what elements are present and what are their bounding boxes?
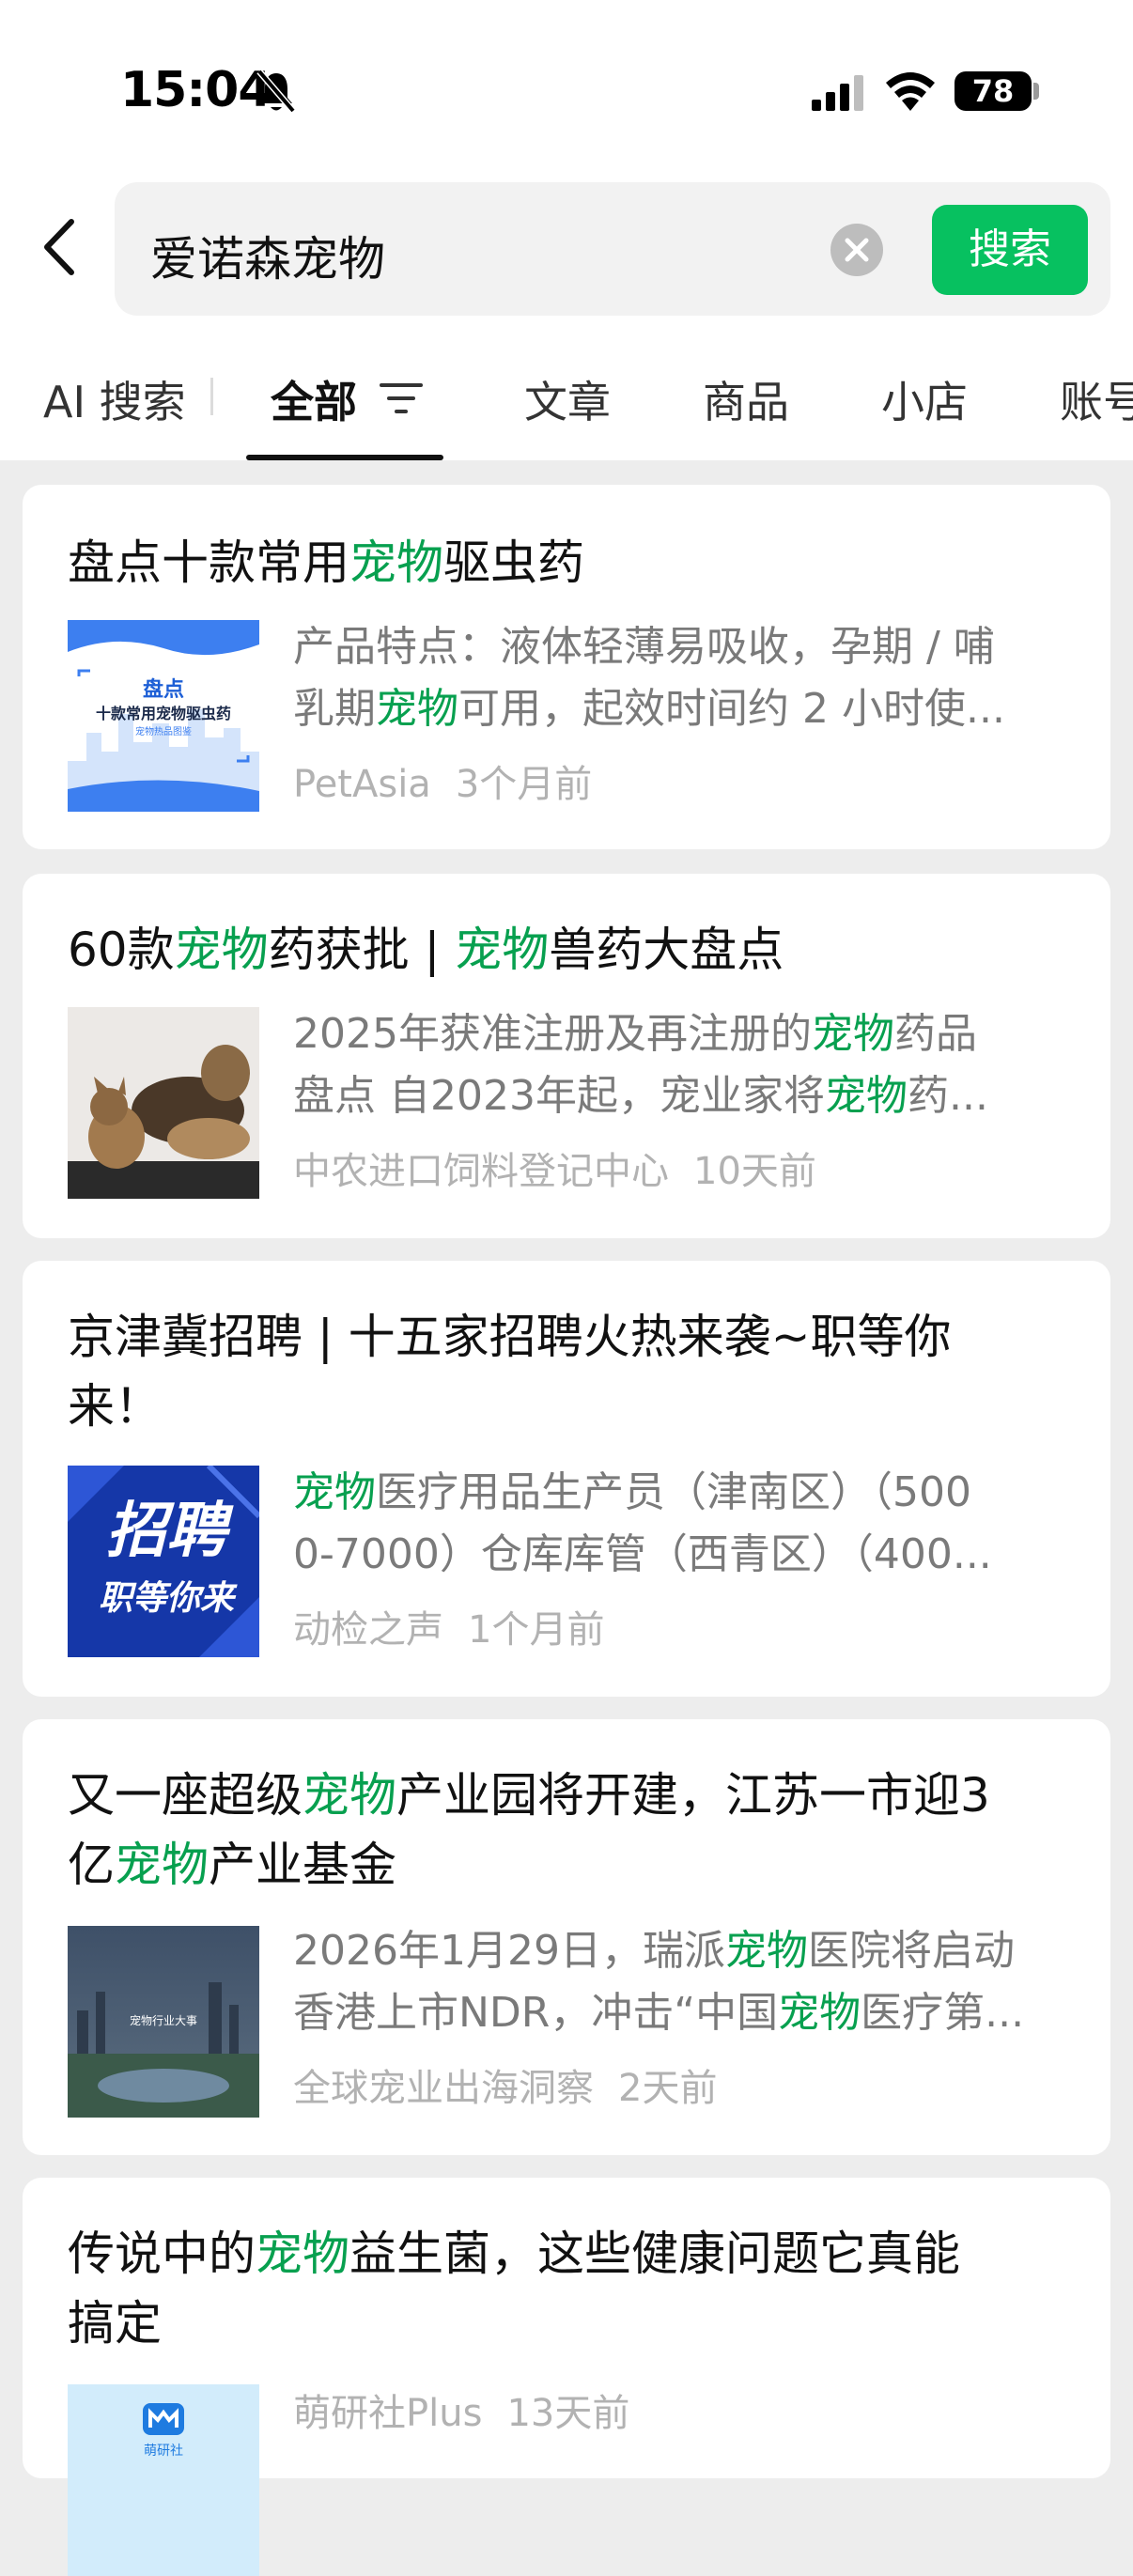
card-source[interactable]: 萌研社Plus — [293, 2392, 482, 2435]
tab-account[interactable]: 账号 — [1060, 368, 1133, 430]
result-card[interactable]: 60款宠物药获批 | 宠物兽药大盘点 2025年获准注册及再注册的宠物药品 盘点… — [23, 874, 1110, 1238]
card-source[interactable]: 中农进口饲料登记中心 — [293, 1150, 669, 1193]
thumbnail-caption: 十款常用宠物驱虫药 — [95, 705, 231, 722]
mute-bell-icon — [256, 69, 296, 114]
tab-all[interactable]: 全部 — [271, 368, 357, 430]
card-description: 宠物医疗用品生产员（津南区）（500 0-7000）仓库库管（西青区）（400.… — [293, 1468, 992, 1578]
back-arrow-icon[interactable] — [38, 214, 86, 280]
card-title: 京津冀招聘 | 十五家招聘火热来袭~职等你 来！ — [68, 1310, 952, 1434]
card-source[interactable]: 全球宠业出海洞察 — [293, 2067, 594, 2110]
thumbnail-image — [68, 2384, 259, 2576]
card-meta: 动检之声 1个月前 — [293, 1599, 604, 1653]
card-description: 2026年1月29日，瑞派宠物医院将启动 香港上市NDR，冲击“中国宠物医疗第.… — [293, 1927, 1025, 2037]
thumbnail-caption: 萌研社 — [144, 2444, 183, 2459]
card-title: 盘点十款常用宠物驱虫药 — [68, 535, 584, 590]
battery-tip — [1033, 83, 1039, 100]
thumbnail-caption: 盘点 — [142, 678, 184, 702]
search-query[interactable]: 爱诺森宠物 — [150, 222, 385, 289]
card-title: 传说中的宠物益生菌，这些健康问题它真能 搞定 — [68, 2227, 960, 2351]
thumbnail-caption: 宠物热品图鉴 — [135, 727, 192, 737]
tab-active-indicator — [246, 455, 443, 460]
filter-icon[interactable] — [380, 380, 423, 417]
tab-shop[interactable]: 小店 — [881, 368, 968, 430]
result-card[interactable]: 盘点十款常用宠物驱虫药 盘点 十款常用宠物驱虫药 宠物热品图鉴 产品特点：液体轻… — [23, 485, 1110, 849]
card-title: 60款宠物药获批 | 宠物兽药大盘点 — [68, 923, 784, 977]
thumbnail-caption: 宠物行业大事 — [129, 2014, 197, 2027]
card-source[interactable]: 动检之声 — [293, 1608, 443, 1652]
card-description: 产品特点：液体轻薄易吸收，孕期 / 哺 乳期宠物可用，起效时间约 2 小时使..… — [293, 623, 1005, 733]
card-source[interactable]: PetAsia — [293, 763, 431, 806]
search-button[interactable]: 搜索 — [932, 205, 1088, 295]
thumbnail-image — [68, 1007, 259, 1199]
result-card[interactable]: 又一座超级宠物产业园将开建，江苏一市迎3 亿宠物产业基金 宠物行业大事 2026… — [23, 1719, 1110, 2155]
card-thumbnail: 萌研社 — [68, 2384, 259, 2576]
card-thumbnail — [68, 1007, 259, 1199]
card-time: 10天前 — [693, 1150, 816, 1193]
card-meta: 中农进口饲料登记中心 10天前 — [293, 1141, 816, 1195]
card-time: 13天前 — [506, 2392, 630, 2435]
tab-goods[interactable]: 商品 — [703, 368, 789, 430]
card-time: 2天前 — [618, 2067, 718, 2110]
card-thumbnail: 宠物行业大事 — [68, 1926, 259, 2118]
card-thumbnail: 盘点 十款常用宠物驱虫药 宠物热品图鉴 — [68, 620, 259, 812]
tab-article[interactable]: 文章 — [524, 368, 611, 430]
card-meta: 萌研社Plus 13天前 — [293, 2382, 629, 2437]
card-meta: PetAsia 3个月前 — [293, 753, 592, 808]
card-time: 1个月前 — [468, 1608, 605, 1652]
card-description: 2025年获准注册及再注册的宠物药品 盘点 自2023年起，宠业家将宠物药... — [293, 1010, 988, 1120]
wifi-icon — [886, 72, 935, 111]
status-time: 15:04 — [120, 62, 272, 118]
thumbnail-caption: 招聘 — [106, 1497, 226, 1566]
battery-indicator: 78 — [955, 71, 1032, 111]
result-card[interactable]: 京津冀招聘 | 十五家招聘火热来袭~职等你 来！ 招聘 职等你来 宠物医疗用品生… — [23, 1261, 1110, 1697]
card-title: 又一座超级宠物产业园将开建，江苏一市迎3 亿宠物产业基金 — [68, 1768, 990, 1892]
card-time: 3个月前 — [455, 763, 593, 806]
result-card[interactable]: 传说中的宠物益生菌，这些健康问题它真能 搞定 萌研社 萌研社Plus 13天前 — [23, 2178, 1110, 2576]
clear-icon — [845, 238, 869, 262]
cellular-signal-icon — [812, 75, 863, 111]
thumbnail-caption: 职等你来 — [98, 1579, 234, 1618]
clear-search-button[interactable] — [830, 224, 883, 276]
tab-ai-search[interactable]: AI 搜索 — [43, 368, 186, 430]
tab-divider — [210, 378, 213, 415]
card-thumbnail: 招聘 职等你来 — [68, 1466, 259, 1657]
card-meta: 全球宠业出海洞察 2天前 — [293, 2057, 717, 2112]
